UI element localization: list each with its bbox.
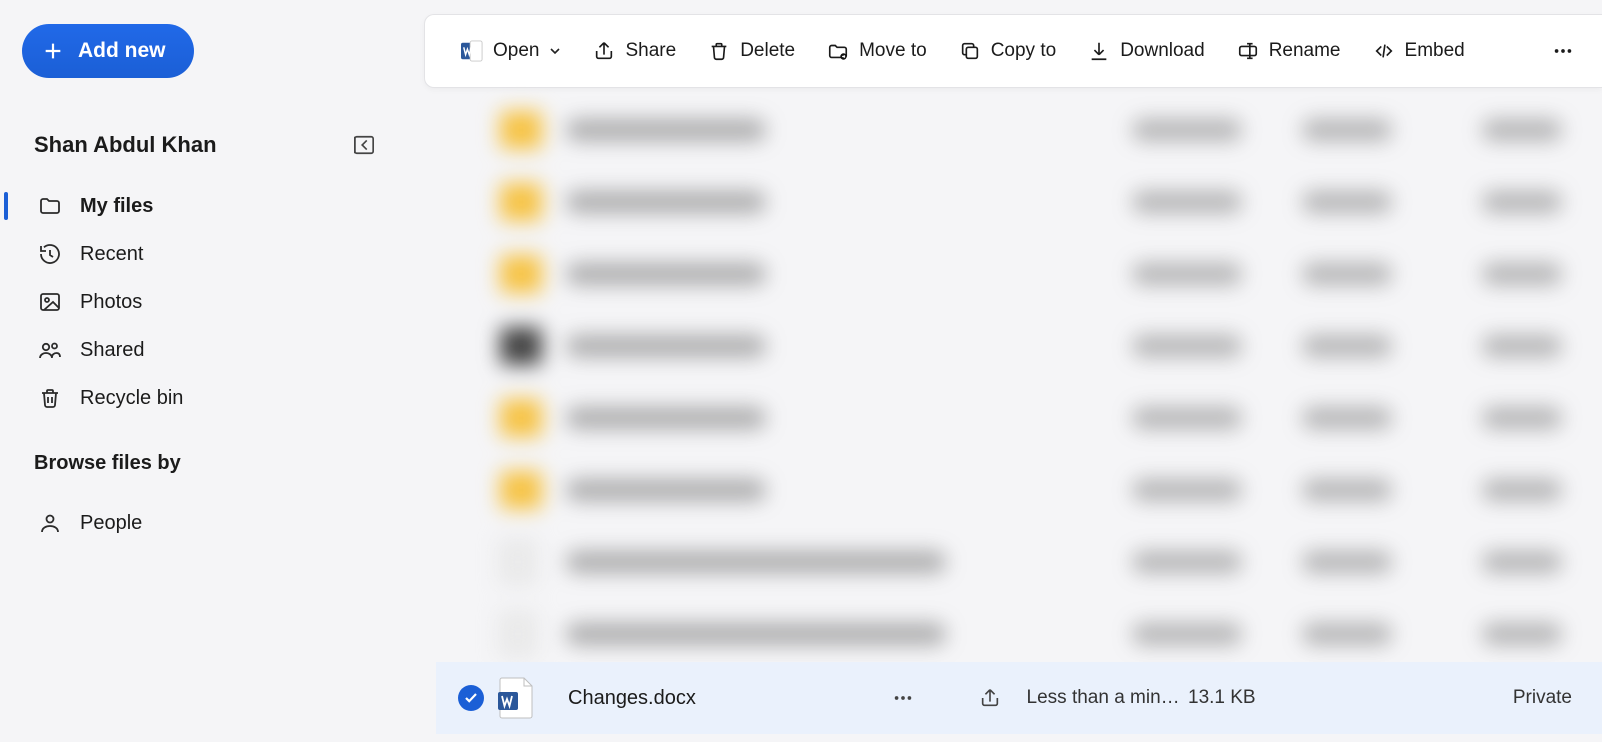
action-toolbar: Open Share Delete Move to Copy to Downlo…	[424, 14, 1602, 88]
chevron-down-icon	[549, 45, 561, 57]
sidebar-item-photos[interactable]: Photos	[0, 278, 400, 326]
share-icon	[979, 687, 1001, 709]
toolbar-overflow-button[interactable]	[1538, 32, 1588, 70]
sidebar-item-shared[interactable]: Shared	[0, 326, 400, 374]
clock-icon	[38, 242, 62, 266]
row-share-button[interactable]	[978, 683, 1003, 713]
image-icon	[38, 290, 62, 314]
add-new-label: Add new	[78, 39, 166, 63]
embed-label: Embed	[1405, 40, 1465, 62]
move-to-icon	[827, 40, 849, 62]
sidebar-item-my-files[interactable]: My files	[0, 182, 400, 230]
sidebar: Add new Shan Abdul Khan My files Recent …	[0, 0, 400, 742]
copy-to-icon	[959, 40, 981, 62]
download-label: Download	[1120, 40, 1205, 62]
word-document-icon	[498, 676, 536, 720]
share-label: Share	[625, 40, 676, 62]
trash-icon	[38, 386, 62, 410]
folder-icon	[38, 194, 62, 218]
open-label: Open	[493, 40, 539, 62]
move-to-label: Move to	[859, 40, 927, 62]
rename-label: Rename	[1269, 40, 1341, 62]
check-icon	[464, 691, 478, 705]
person-icon	[38, 511, 62, 535]
share-button[interactable]: Share	[579, 32, 690, 70]
plus-icon	[42, 40, 64, 62]
embed-button[interactable]: Embed	[1359, 32, 1479, 70]
copy-to-label: Copy to	[991, 40, 1056, 62]
people-icon	[38, 338, 62, 362]
file-type-icon-cell	[498, 676, 568, 720]
delete-label: Delete	[740, 40, 795, 62]
sidebar-item-label: Shared	[80, 339, 145, 362]
file-sharing: Private	[1482, 687, 1602, 709]
sidebar-item-recycle-bin[interactable]: Recycle bin	[0, 374, 400, 422]
more-horizontal-icon	[892, 687, 914, 709]
selection-check[interactable]	[458, 685, 484, 711]
row-more-button[interactable]	[888, 683, 918, 713]
more-horizontal-icon	[1552, 40, 1574, 62]
sidebar-item-label: Recycle bin	[80, 387, 183, 410]
file-modified: Less than a minute ago	[1027, 687, 1188, 709]
sidebar-item-label: Photos	[80, 291, 142, 314]
delete-button[interactable]: Delete	[694, 32, 809, 70]
file-size: 13.1 KB	[1188, 687, 1328, 709]
embed-icon	[1373, 40, 1395, 62]
sidebar-item-label: People	[80, 512, 142, 535]
collapse-left-icon[interactable]	[352, 134, 376, 156]
sidebar-item-people[interactable]: People	[0, 499, 400, 547]
blurred-file-list	[436, 94, 1602, 654]
sidebar-nav: My files Recent Photos Shared Recycle bi…	[0, 182, 400, 422]
rename-icon	[1237, 40, 1259, 62]
copy-to-button[interactable]: Copy to	[945, 32, 1070, 70]
sidebar-item-label: My files	[80, 195, 153, 218]
sidebar-item-recent[interactable]: Recent	[0, 230, 400, 278]
selected-file-row[interactable]: Changes.docx Less than a minute ago 13.1…	[436, 662, 1602, 734]
trash-icon	[708, 40, 730, 62]
browse-files-by-header: Browse files by	[0, 452, 400, 475]
browse-nav: People	[0, 499, 400, 547]
word-app-icon	[461, 40, 483, 62]
user-row: Shan Abdul Khan	[0, 132, 400, 158]
user-name: Shan Abdul Khan	[34, 132, 217, 158]
share-icon	[593, 40, 615, 62]
add-new-button[interactable]: Add new	[22, 24, 194, 78]
download-icon	[1088, 40, 1110, 62]
download-button[interactable]: Download	[1074, 32, 1219, 70]
move-to-button[interactable]: Move to	[813, 32, 941, 70]
file-name[interactable]: Changes.docx	[568, 687, 888, 710]
sidebar-item-label: Recent	[80, 243, 143, 266]
open-button[interactable]: Open	[447, 32, 575, 70]
rename-button[interactable]: Rename	[1223, 32, 1355, 70]
